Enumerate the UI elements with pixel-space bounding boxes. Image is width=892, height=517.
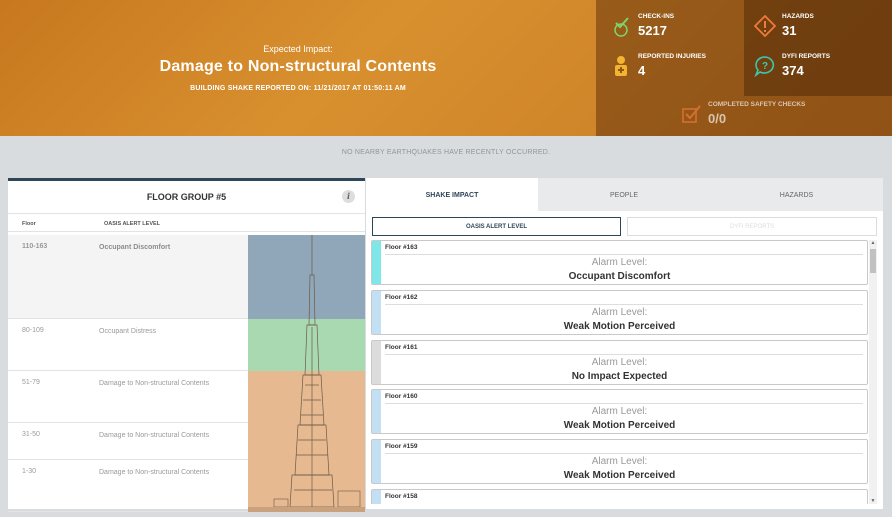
floor-group-panel: FLOOR GROUP #5 i Floor OASIS ALERT LEVEL… — [8, 178, 365, 512]
floor-table-header: Floor OASIS ALERT LEVEL — [8, 214, 365, 232]
floor-group-row[interactable]: 51-79 Damage to Non-structural Contents — [8, 371, 248, 423]
floor-column-header: Floor — [22, 221, 36, 227]
scroll-down-icon[interactable]: ▼ — [869, 498, 877, 504]
floor-group-row[interactable]: 31-50 Damage to Non-structural Contents — [8, 423, 248, 460]
question-chat-icon: ? — [754, 56, 775, 77]
floor-alarm-card[interactable]: Floor #160 Alarm Level: Weak Motion Perc… — [371, 389, 868, 434]
dyfi-count: 374 — [782, 63, 804, 78]
floor-group-title: FLOOR GROUP #5 — [146, 192, 227, 202]
tab-shake-impact[interactable]: SHAKE IMPACT — [366, 178, 538, 211]
safety-checks-count: 0/0 — [708, 111, 727, 126]
shake-report-timestamp: BUILDING SHAKE REPORTED ON: 11/21/2017 A… — [190, 85, 406, 92]
subtab-dyfi-reports[interactable]: DYFI REPORTS — [627, 217, 877, 236]
expected-impact-label: Expected Impact: — [263, 44, 333, 54]
injury-icon — [615, 56, 627, 76]
checkbox-icon — [682, 105, 701, 123]
floor-alarm-card[interactable]: Floor #159 Alarm Level: Weak Motion Perc… — [371, 439, 868, 484]
floor-group-header: FLOOR GROUP #5 i — [8, 181, 365, 214]
floor-alarm-card[interactable]: Floor #163 Alarm Level: Occupant Discomf… — [371, 240, 868, 285]
scroll-up-icon[interactable]: ▲ — [869, 240, 877, 246]
floor-group-row[interactable]: 1-30 Damage to Non-structural Contents — [8, 460, 248, 512]
earthquake-status-banner: NO NEARBY EARTHQUAKES HAVE RECENTLY OCCU… — [341, 149, 551, 156]
checkin-icon — [614, 17, 629, 37]
floor-group-row[interactable]: 110-163 Occupant Discomfort — [8, 235, 248, 319]
scrollbar-thumb[interactable] — [870, 249, 876, 273]
expected-impact-title: Damage to Non-structural Contents — [159, 58, 437, 75]
details-panel: SHAKE IMPACT PEOPLE HAZARDS OASIS ALERT … — [366, 178, 883, 509]
floor-alarm-card[interactable]: Floor #162 Alarm Level: Weak Motion Perc… — [371, 290, 868, 335]
floor-alarm-list: Floor #163 Alarm Level: Occupant Discomf… — [371, 240, 869, 504]
hazards-count: 31 — [782, 23, 797, 38]
checkins-count: 5217 — [638, 23, 667, 38]
details-tabs: SHAKE IMPACT PEOPLE HAZARDS — [366, 178, 883, 211]
alert-level-column-header: OASIS ALERT LEVEL — [104, 221, 161, 227]
alarm-list-scrollbar[interactable]: ▲ ▼ — [869, 240, 877, 504]
tab-hazards[interactable]: HAZARDS — [710, 178, 883, 211]
shake-impact-subtabs: OASIS ALERT LEVEL DYFI REPORTS — [372, 217, 877, 236]
impact-header: Expected Impact: Damage to Non-structura… — [0, 0, 892, 136]
floor-alarm-card[interactable]: Floor #161 Alarm Level: No Impact Expect… — [371, 340, 868, 385]
expected-impact-panel: Expected Impact: Damage to Non-structura… — [0, 0, 596, 136]
info-icon[interactable]: i — [342, 190, 355, 203]
building-tower-graphic — [248, 235, 365, 512]
injuries-count: 4 — [638, 63, 646, 78]
subtab-oasis-alert-level[interactable]: OASIS ALERT LEVEL — [372, 217, 621, 236]
tab-people[interactable]: PEOPLE — [538, 178, 710, 211]
stats-panel: CHECK-INS 5217 HAZARDS 31 REPORTED INJUR… — [596, 0, 892, 136]
floor-group-row[interactable]: 80-109 Occupant Distress — [8, 319, 248, 371]
warning-icon — [754, 15, 776, 37]
tower-icon — [248, 235, 365, 512]
floor-alarm-card[interactable]: Floor #158 — [371, 489, 868, 504]
svg-text:?: ? — [762, 61, 768, 72]
